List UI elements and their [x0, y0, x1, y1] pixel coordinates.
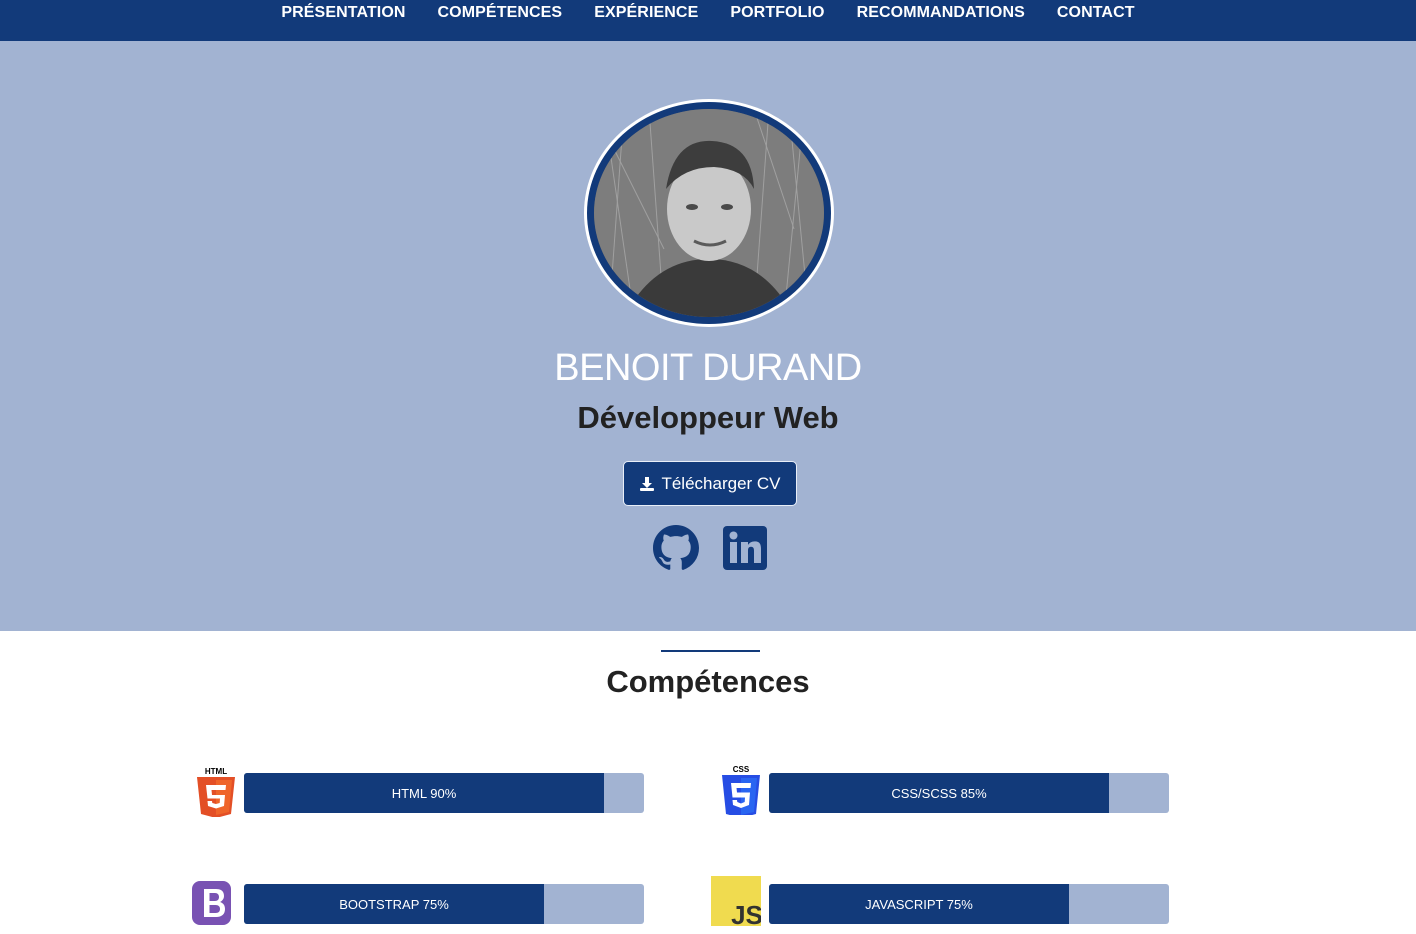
skill-label: CSS/SCSS 85%	[891, 785, 987, 801]
skill-progress-bar: JAVASCRIPT 75%	[769, 884, 1169, 924]
skill-progress-fill: CSS/SCSS 85%	[769, 773, 1109, 813]
profile-photo-illustration	[594, 109, 824, 317]
skill-label: JAVASCRIPT 75%	[865, 896, 973, 912]
svg-text:JS: JS	[731, 900, 761, 926]
nav-experience[interactable]: EXPÉRIENCE	[578, 0, 714, 21]
skill-progress-fill: HTML 90%	[244, 773, 604, 813]
skill-label: HTML 90%	[391, 785, 457, 801]
skill-progress-bar: BOOTSTRAP 75%	[244, 884, 644, 924]
skill-progress-bar: CSS/SCSS 85%	[769, 773, 1169, 813]
download-cv-button[interactable]: Télécharger CV	[623, 461, 797, 506]
skill-css: CSS CSS/SCSS 85%	[716, 765, 1196, 823]
download-icon	[640, 476, 655, 491]
javascript-icon: JS	[711, 876, 761, 926]
skill-javascript: JS JAVASCRIPT 75%	[711, 876, 1196, 934]
linkedin-icon[interactable]	[722, 525, 768, 571]
hero-section: BENOIT DURAND Développeur Web Télécharge…	[0, 41, 1416, 631]
nav-competences[interactable]: COMPÉTENCES	[422, 0, 579, 21]
svg-text:CSS: CSS	[733, 765, 750, 774]
profile-name: BENOIT DURAND	[554, 347, 862, 389]
svg-text:HTML: HTML	[205, 767, 227, 776]
bootstrap-icon	[192, 881, 231, 925]
github-icon[interactable]	[653, 525, 699, 571]
avatar-ring	[587, 102, 831, 324]
skill-progress-bar: HTML 90%	[244, 773, 644, 813]
section-divider	[661, 650, 760, 652]
skill-progress-fill: BOOTSTRAP 75%	[244, 884, 544, 924]
skill-html: HTML HTML 90%	[191, 767, 671, 823]
skill-label: BOOTSTRAP 75%	[339, 896, 449, 912]
skills-title: Compétences	[606, 664, 810, 699]
nav-portfolio[interactable]: PORTFOLIO	[714, 0, 840, 21]
nav-contact[interactable]: CONTACT	[1041, 0, 1151, 21]
top-navigation: PRÉSENTATION COMPÉTENCES EXPÉRIENCE PORT…	[0, 0, 1416, 41]
nav-recommandations[interactable]: RECOMMANDATIONS	[841, 0, 1041, 21]
css3-icon: CSS	[722, 765, 760, 815]
html5-icon: HTML	[197, 767, 235, 817]
avatar	[584, 99, 834, 327]
download-cv-label: Télécharger CV	[661, 473, 781, 493]
profile-photo	[594, 109, 824, 317]
profile-role: Développeur Web	[577, 400, 839, 435]
nav-presentation[interactable]: PRÉSENTATION	[265, 0, 421, 21]
skill-progress-fill: JAVASCRIPT 75%	[769, 884, 1069, 924]
skill-bootstrap: BOOTSTRAP 75%	[191, 881, 671, 934]
